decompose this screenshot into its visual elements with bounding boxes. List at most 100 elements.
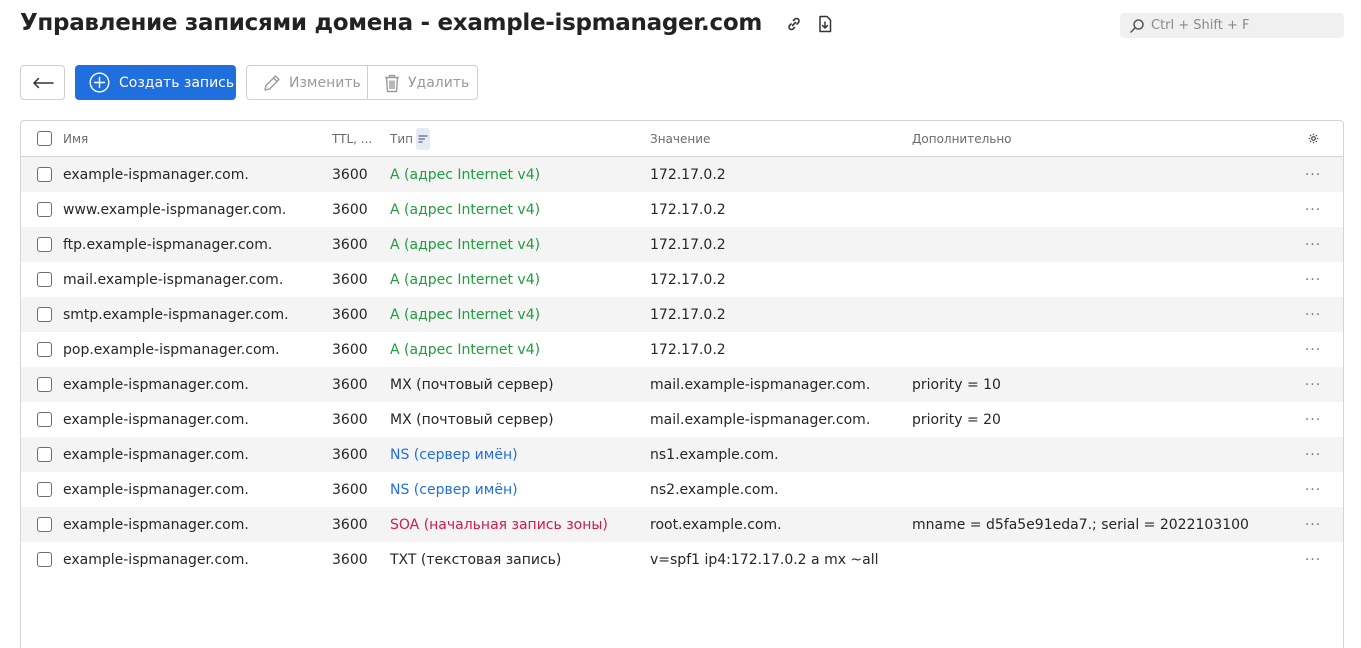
row-checkbox[interactable] — [37, 202, 52, 217]
search-input[interactable]: Ctrl + Shift + F — [1120, 13, 1344, 38]
row-checkbox[interactable] — [37, 342, 52, 357]
record-ttl: 3600 — [332, 376, 368, 393]
record-ttl: 3600 — [332, 411, 368, 428]
link-icon[interactable] — [784, 14, 804, 34]
back-button[interactable] — [20, 65, 65, 100]
table-row[interactable]: example-ispmanager.com. 3600 SOA (начальна… — [21, 507, 1343, 542]
table-row[interactable]: ftp.example-ispmanager.com. 3600 A (адрес … — [21, 227, 1343, 262]
record-name: smtp.example-ispmanager.com. — [63, 306, 289, 323]
record-type: TXT (текстовая запись) — [390, 551, 562, 568]
record-name: example-ispmanager.com. — [63, 551, 249, 568]
table-row[interactable]: pop.example-ispmanager.com. 3600 A (адрес … — [21, 332, 1343, 367]
record-value: mail.example-ispmanager.com. — [650, 411, 871, 428]
record-ttl: 3600 — [332, 166, 368, 183]
table-row[interactable]: www.example-ispmanager.com. 3600 A (адрес … — [21, 192, 1343, 227]
delete-button[interactable]: Удалить — [368, 66, 477, 99]
column-header-type[interactable]: Тип — [390, 121, 430, 156]
record-extra: mname = d5fa5e91eda7.; serial = 20221031… — [912, 516, 1249, 533]
row-checkbox[interactable] — [37, 307, 52, 322]
download-icon[interactable] — [815, 14, 835, 34]
record-type: MX (почтовый сервер) — [390, 411, 554, 428]
column-header-name[interactable]: Имя — [63, 121, 88, 156]
more-icon[interactable]: ··· — [1303, 367, 1323, 402]
action-button-group: Изменить Удалить — [246, 65, 478, 100]
table-row[interactable]: example-ispmanager.com. 3600 NS (сервер им… — [21, 472, 1343, 507]
record-value: mail.example-ispmanager.com. — [650, 376, 871, 393]
more-icon[interactable]: ··· — [1303, 332, 1323, 367]
row-checkbox[interactable] — [37, 377, 52, 392]
more-icon[interactable]: ··· — [1303, 297, 1323, 332]
table-row[interactable]: smtp.example-ispmanager.com. 3600 A (адрес… — [21, 297, 1343, 332]
record-ttl: 3600 — [332, 201, 368, 218]
create-record-label: Создать запись — [119, 74, 235, 91]
column-header-extra[interactable]: Дополнительно — [912, 121, 1012, 156]
record-value: 172.17.0.2 — [650, 236, 726, 253]
plus-circle-icon — [89, 72, 110, 93]
record-ttl: 3600 — [332, 341, 368, 358]
more-icon[interactable]: ··· — [1303, 542, 1323, 577]
record-ttl: 3600 — [332, 481, 368, 498]
more-icon[interactable]: ··· — [1303, 262, 1323, 297]
record-value: 172.17.0.2 — [650, 271, 726, 288]
row-checkbox[interactable] — [37, 272, 52, 287]
table-row[interactable]: example-ispmanager.com. 3600 A (адрес Inte… — [21, 157, 1343, 192]
record-type: A (адрес Internet v4) — [390, 166, 541, 183]
row-select-cell — [37, 332, 52, 367]
row-select-cell — [37, 157, 52, 192]
edit-button[interactable]: Изменить — [247, 66, 368, 99]
record-ttl: 3600 — [332, 271, 368, 288]
record-ttl: 3600 — [332, 236, 368, 253]
row-select-cell — [37, 437, 52, 472]
more-icon[interactable]: ··· — [1303, 507, 1323, 542]
row-checkbox[interactable] — [37, 517, 52, 532]
record-type: A (адрес Internet v4) — [390, 341, 541, 358]
record-value: 172.17.0.2 — [650, 166, 726, 183]
table-row[interactable]: example-ispmanager.com. 3600 MX (почтовый … — [21, 367, 1343, 402]
more-icon[interactable]: ··· — [1303, 227, 1323, 262]
row-checkbox[interactable] — [37, 237, 52, 252]
record-ttl: 3600 — [332, 446, 368, 463]
row-checkbox[interactable] — [37, 167, 52, 182]
gear-icon[interactable] — [1303, 121, 1323, 156]
page-title: Управление записями домена - example-isp… — [20, 10, 762, 36]
record-value: 172.17.0.2 — [650, 341, 726, 358]
record-type: NS (сервер имён) — [390, 446, 518, 463]
edit-label: Изменить — [289, 74, 361, 91]
row-select-cell — [37, 192, 52, 227]
record-name: ftp.example-ispmanager.com. — [63, 236, 273, 253]
row-checkbox[interactable] — [37, 552, 52, 567]
row-checkbox[interactable] — [37, 412, 52, 427]
create-record-button[interactable]: Создать запись — [75, 65, 236, 100]
record-name: example-ispmanager.com. — [63, 516, 249, 533]
table-row[interactable]: example-ispmanager.com. 3600 NS (сервер им… — [21, 437, 1343, 472]
more-icon[interactable]: ··· — [1303, 157, 1323, 192]
table-row[interactable]: mail.example-ispmanager.com. 3600 A (адрес… — [21, 262, 1343, 297]
record-name: example-ispmanager.com. — [63, 481, 249, 498]
table-header: Имя TTL, ... Тип Значение Дополнительно — [21, 121, 1343, 157]
record-ttl: 3600 — [332, 551, 368, 568]
column-header-ttl[interactable]: TTL, ... — [332, 121, 372, 156]
record-name: example-ispmanager.com. — [63, 446, 249, 463]
row-checkbox[interactable] — [37, 482, 52, 497]
table-row[interactable]: example-ispmanager.com. 3600 MX (почтовый … — [21, 402, 1343, 437]
record-value: ns1.example.com. — [650, 446, 779, 463]
record-name: www.example-ispmanager.com. — [63, 201, 287, 218]
sort-icon[interactable] — [415, 127, 430, 150]
column-header-value[interactable]: Значение — [650, 121, 710, 156]
more-icon[interactable]: ··· — [1303, 402, 1323, 437]
select-all-checkbox[interactable] — [37, 131, 52, 146]
delete-label: Удалить — [408, 74, 470, 91]
record-name: example-ispmanager.com. — [63, 376, 249, 393]
row-checkbox[interactable] — [37, 447, 52, 462]
trash-icon — [385, 74, 399, 92]
record-value: 172.17.0.2 — [650, 201, 726, 218]
record-type: NS (сервер имён) — [390, 481, 518, 498]
table-body: example-ispmanager.com. 3600 A (адрес Inte… — [21, 157, 1343, 577]
more-icon[interactable]: ··· — [1303, 472, 1323, 507]
more-icon[interactable]: ··· — [1303, 192, 1323, 227]
record-extra: priority = 20 — [912, 411, 1001, 428]
row-select-cell — [37, 542, 52, 577]
more-icon[interactable]: ··· — [1303, 437, 1323, 472]
row-select-cell — [37, 297, 52, 332]
table-row[interactable]: example-ispmanager.com. 3600 TXT (текстова… — [21, 542, 1343, 577]
